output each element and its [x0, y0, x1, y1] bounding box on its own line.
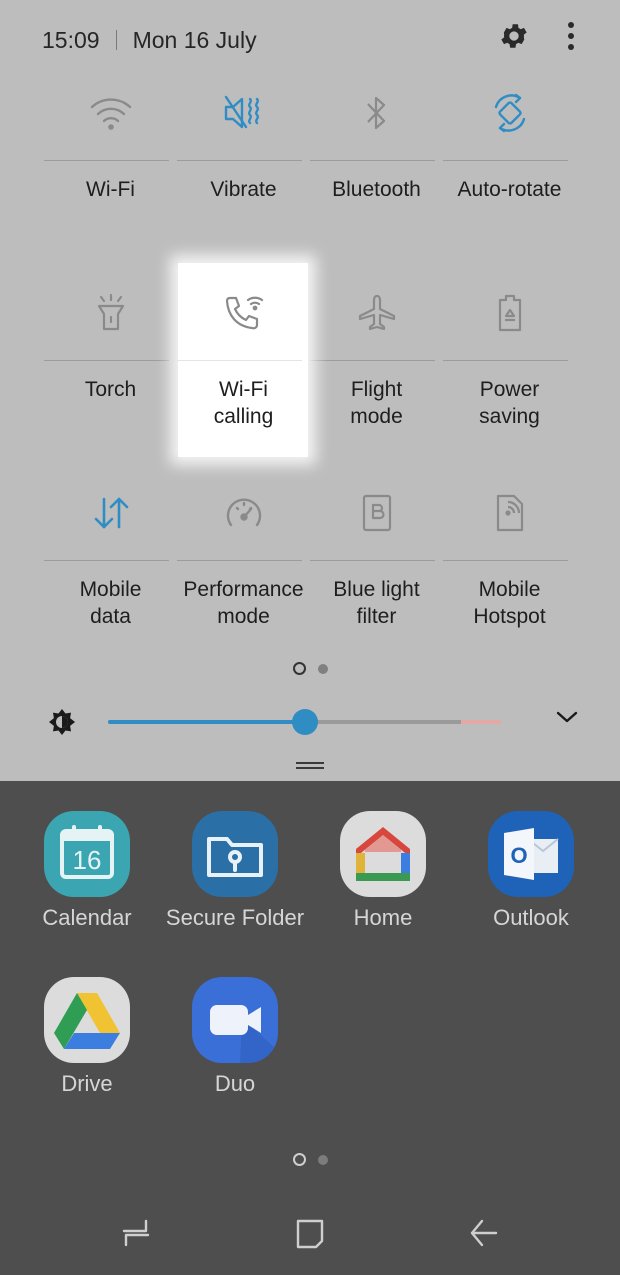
tile-torch[interactable]: Torch [44, 280, 177, 480]
vibrate-icon [222, 93, 266, 138]
app-label: Drive [61, 1071, 113, 1096]
status-divider [115, 30, 117, 50]
tile-wifi[interactable]: Wi-Fi [44, 80, 177, 280]
tile-mobile-hotspot[interactable]: Mobile Hotspot [443, 480, 576, 680]
app-label: Outlook [493, 905, 569, 930]
more-vert-icon[interactable] [566, 21, 576, 51]
tile-label: Bluetooth [332, 178, 421, 201]
app-secure-folder[interactable]: Secure Folder [160, 811, 310, 931]
tile-label: Vibrate [210, 178, 277, 201]
secure-folder-icon [192, 811, 278, 897]
tile-row: Mobile data Performance mode Blue light … [44, 480, 576, 680]
gear-icon[interactable] [498, 20, 530, 52]
panel-page-indicator[interactable] [0, 662, 620, 675]
google-home-icon [340, 811, 426, 897]
tile-label: Mobile data [79, 578, 142, 628]
tile-label: Mobile Hotspot [473, 578, 546, 628]
bluetooth-icon [364, 93, 390, 138]
hotspot-icon [494, 493, 526, 538]
panel-actions [498, 20, 576, 52]
app-label: Duo [214, 1071, 256, 1096]
wifi-icon [88, 93, 134, 138]
tile-vibrate[interactable]: Vibrate [177, 80, 310, 280]
tile-label: Wi-Fi [86, 178, 135, 201]
brightness-high-zone [461, 720, 501, 724]
page-dot-current [292, 1153, 306, 1166]
app-duo[interactable]: Duo [160, 977, 310, 1097]
tile-bluetooth[interactable]: Bluetooth [310, 80, 443, 280]
svg-text:16: 16 [73, 845, 102, 875]
auto-rotate-icon [489, 92, 531, 139]
app-label: Home [353, 905, 413, 930]
quick-settings-grid: Wi-Fi Vibrate Bluetooth Auto-rotate Torc… [44, 80, 576, 680]
tile-label: Torch [84, 378, 137, 401]
app-drive[interactable]: Drive [12, 977, 162, 1097]
airplane-icon [357, 293, 397, 338]
app-outlook[interactable]: O Outlook [456, 811, 606, 931]
app-label: Calendar [42, 905, 132, 930]
duo-icon [192, 977, 278, 1063]
wifi-calling-icon [222, 292, 266, 339]
status-bar: 15:09 Mon 16 July [42, 24, 257, 56]
page-dot [317, 1155, 328, 1165]
calendar-icon: 16 [44, 811, 130, 897]
home-icon[interactable] [294, 1215, 326, 1256]
tile-row: Wi-Fi Vibrate Bluetooth Auto-rotate [44, 80, 576, 280]
brightness-slider-thumb[interactable] [291, 709, 318, 735]
tile-row: Torch Wi-Fi calling Flight mode Power sa… [44, 280, 576, 480]
chevron-down-icon[interactable] [556, 710, 578, 729]
app-label: Secure Folder [165, 905, 305, 930]
page-dot-current [292, 662, 306, 675]
back-icon[interactable] [468, 1215, 500, 1256]
tile-performance-mode[interactable]: Performance mode [177, 480, 310, 680]
outlook-icon: O [488, 811, 574, 897]
recents-icon[interactable] [120, 1215, 152, 1256]
app-home[interactable]: Home [308, 811, 458, 931]
app-calendar[interactable]: 16 Calendar [12, 811, 162, 931]
tile-blue-light-filter[interactable]: Blue light filter [310, 480, 443, 680]
tile-label: Wi-Fi calling [213, 378, 274, 428]
svg-text:O: O [510, 843, 527, 868]
tile-auto-rotate[interactable]: Auto-rotate [443, 80, 576, 280]
tile-label: Power saving [479, 378, 540, 428]
google-drive-icon [44, 977, 130, 1063]
tile-wifi-calling[interactable]: Wi-Fi calling [177, 280, 310, 480]
tile-label: Performance mode [183, 578, 304, 628]
quick-panel: 15:09 Mon 16 July Wi-Fi Vibrate Bluetoot… [0, 0, 620, 781]
gauge-icon [223, 493, 265, 538]
tile-power-saving[interactable]: Power saving [443, 280, 576, 480]
drag-handle[interactable] [296, 762, 324, 772]
blue-light-filter-icon [361, 493, 393, 538]
clock: 15:09 [42, 26, 100, 53]
date[interactable]: Mon 16 July [133, 27, 257, 54]
tile-mobile-data[interactable]: Mobile data [44, 480, 177, 680]
page-dot [317, 664, 328, 674]
brightness-fill [108, 720, 305, 724]
brightness-icon [48, 708, 76, 741]
apps-page-indicator[interactable] [0, 1153, 620, 1166]
tile-label: Flight mode [350, 378, 403, 428]
tile-label: Blue light filter [333, 578, 420, 628]
battery-saver-icon [495, 292, 525, 339]
mobile-data-icon [89, 493, 133, 538]
brightness-control [48, 704, 578, 740]
torch-icon [94, 292, 128, 339]
tile-label: Auto-rotate [457, 178, 562, 201]
tile-flight-mode[interactable]: Flight mode [310, 280, 443, 480]
navigation-bar [0, 1195, 620, 1275]
